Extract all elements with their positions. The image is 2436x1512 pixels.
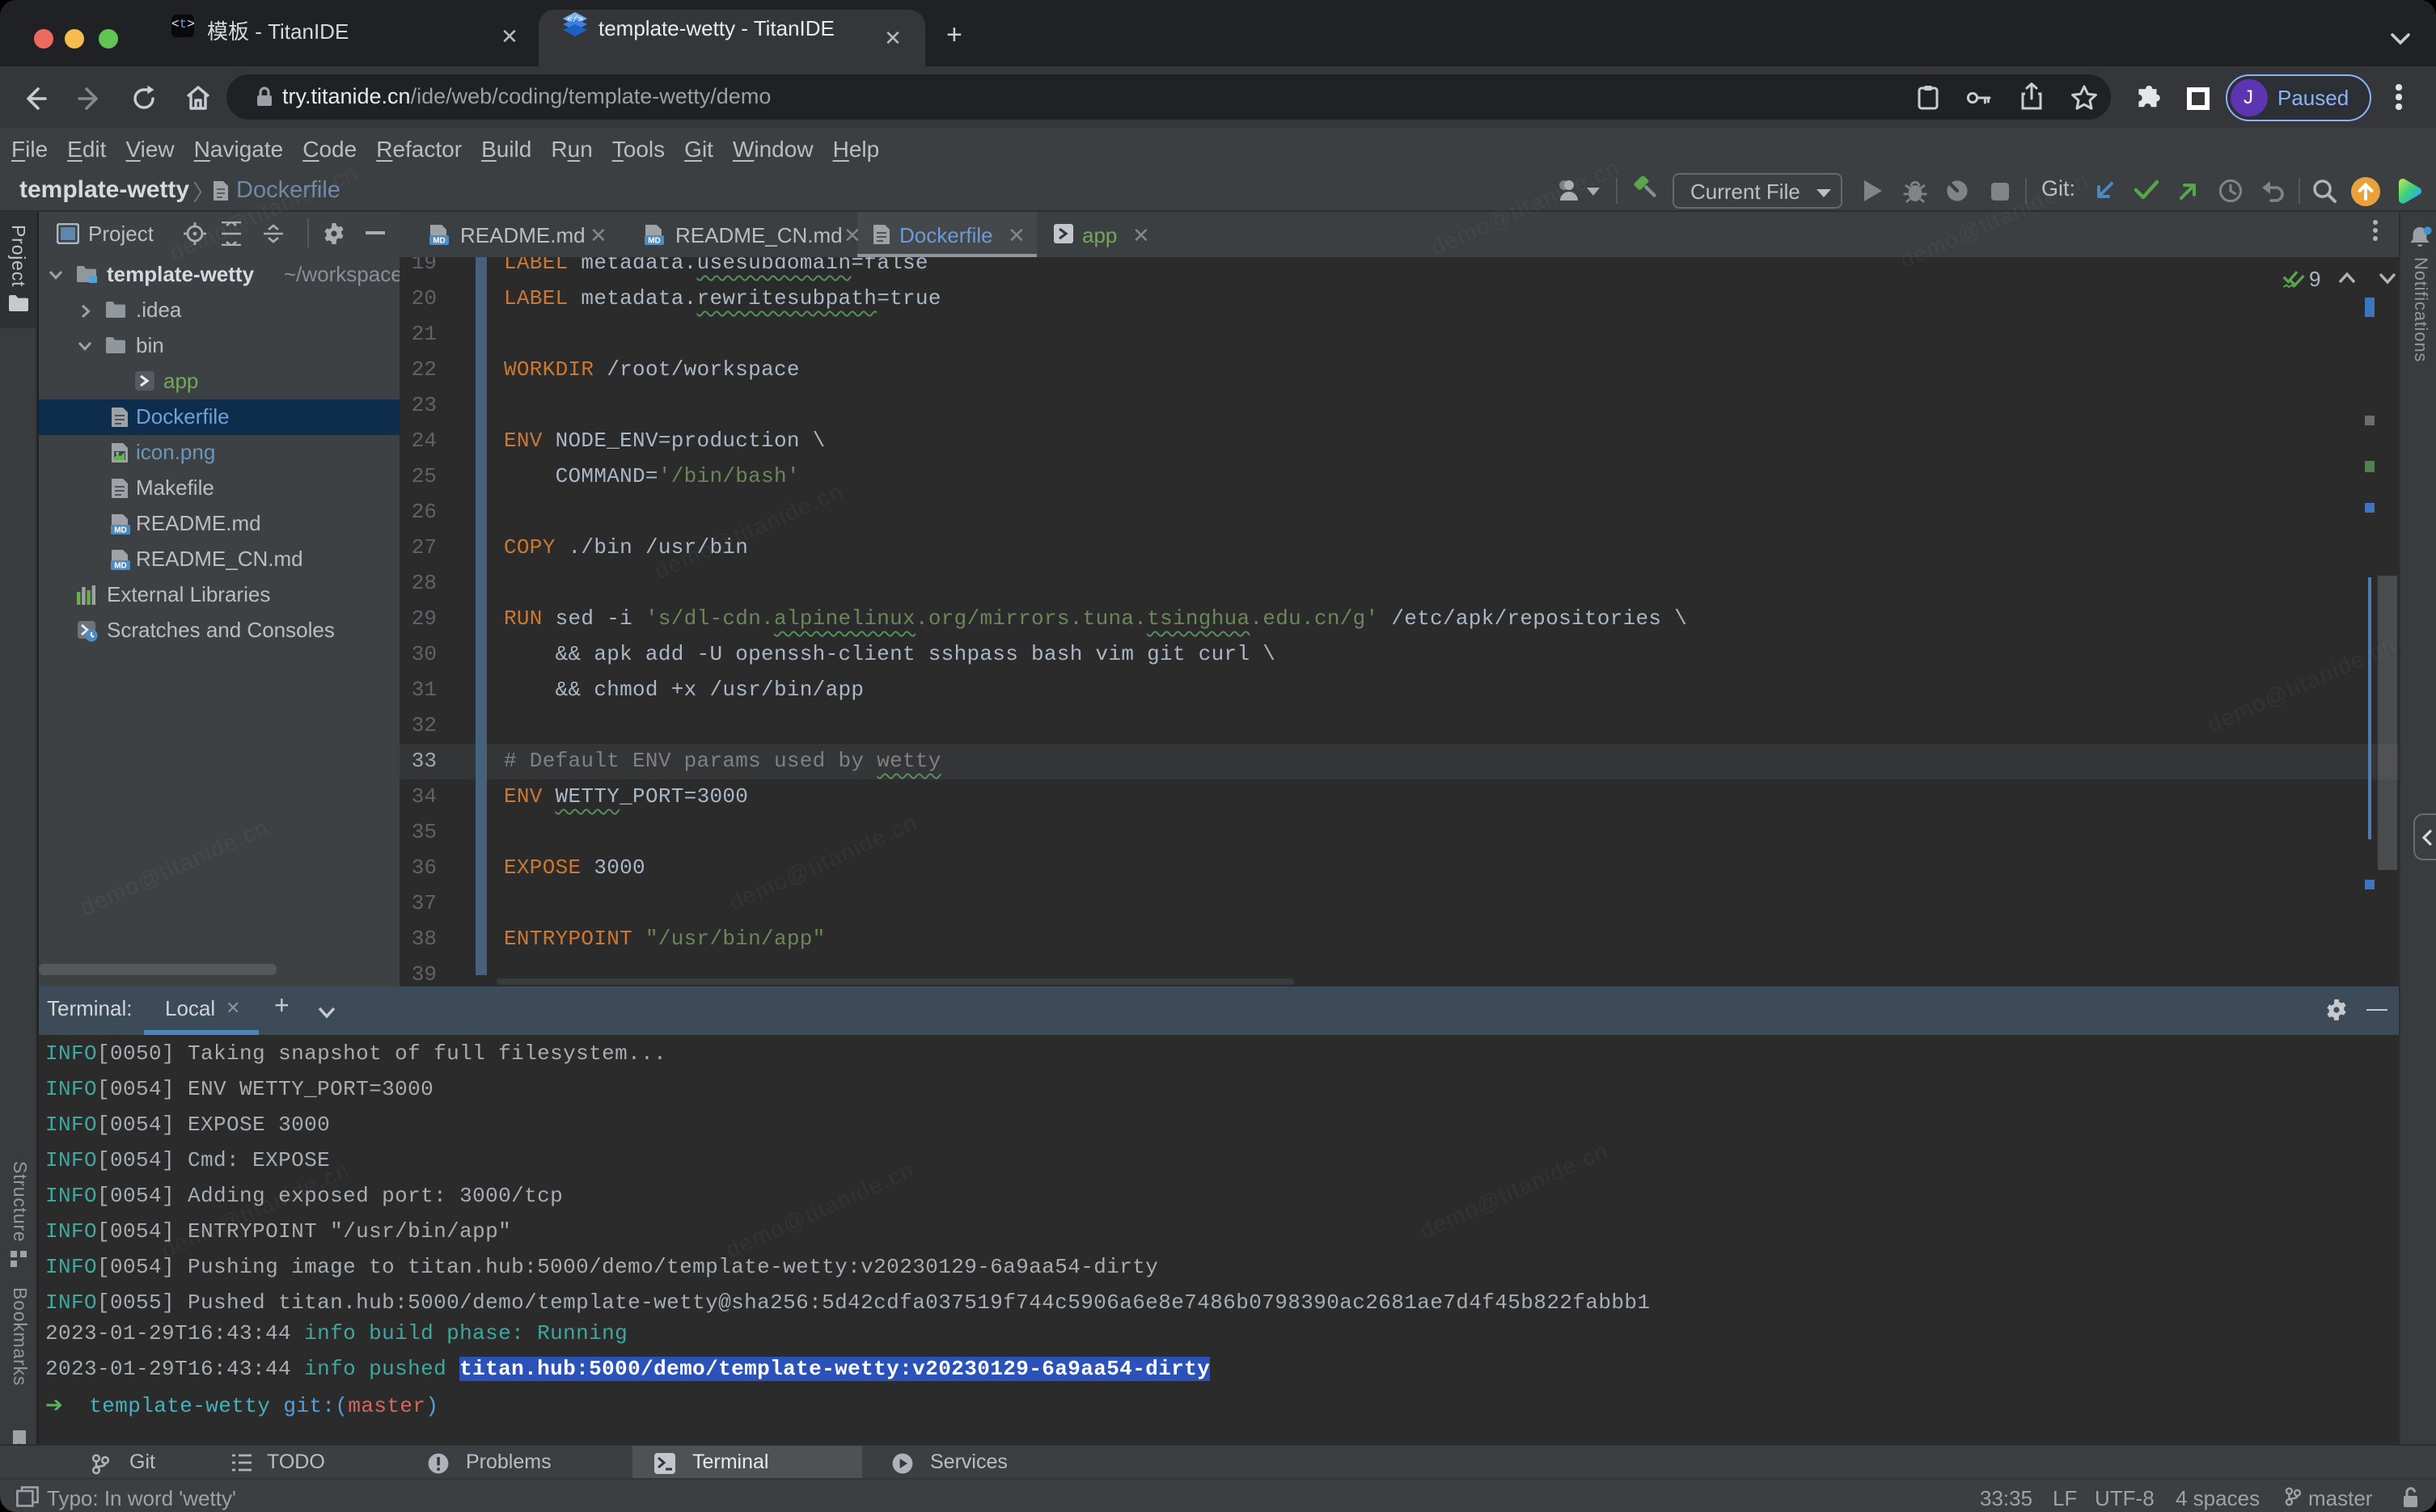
svg-text:MD: MD — [647, 236, 660, 245]
svg-text:MD: MD — [432, 236, 445, 245]
svg-text:MD: MD — [114, 562, 127, 571]
svg-text:MD: MD — [114, 526, 127, 535]
svg-text:</>: </> — [567, 15, 583, 25]
